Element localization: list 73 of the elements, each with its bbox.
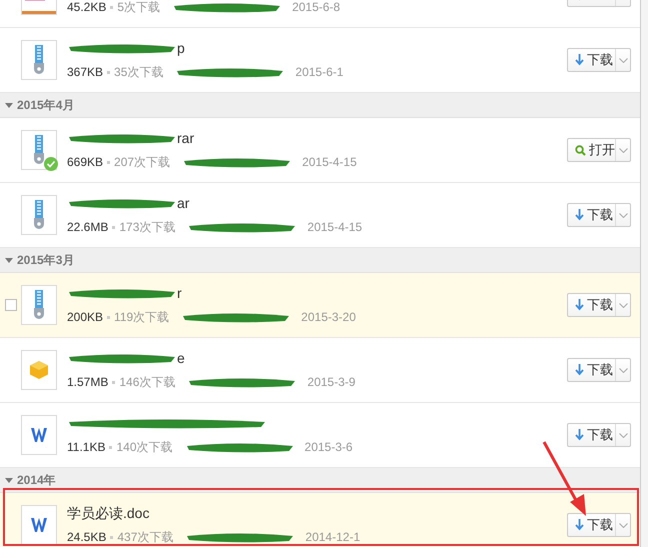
- down-arrow-icon: [575, 429, 584, 441]
- collapse-triangle-icon: [5, 258, 13, 262]
- file-size: 669KB: [67, 154, 104, 171]
- checkbox[interactable]: [4, 299, 16, 311]
- dropdown-toggle[interactable]: [615, 424, 630, 446]
- upload-date: 2015-6-1: [295, 64, 344, 81]
- caret-icon: [618, 148, 628, 152]
- zipper-icon: [33, 135, 45, 165]
- caret-icon: [618, 212, 628, 218]
- file-size: 367KB: [67, 64, 104, 81]
- download-count: 146次下载: [119, 374, 176, 391]
- download-count: 35次下载: [114, 64, 164, 81]
- download-count: 140次下载: [116, 439, 173, 456]
- group-header[interactable]: 2015年4月: [0, 93, 640, 118]
- dropdown-toggle[interactable]: [615, 514, 630, 536]
- group-title: 2015年4月: [17, 97, 74, 114]
- caret-icon: [618, 522, 628, 528]
- upload-date: 2015-3-9: [307, 374, 356, 391]
- collapse-triangle-icon: [5, 478, 13, 482]
- download-count: 119次下载: [114, 309, 170, 326]
- file-name: p: [177, 38, 185, 58]
- caret-icon: [618, 302, 628, 308]
- file-name: r: [177, 284, 182, 302]
- collapse-triangle-icon: [5, 102, 13, 108]
- scrollbar[interactable]: [641, 0, 648, 547]
- word-document-icon: [31, 518, 47, 532]
- upload-date: 2015-4-15: [307, 219, 362, 236]
- caret-icon: [618, 432, 628, 438]
- check-badge-icon: [44, 157, 58, 171]
- upload-date: 2014-12-1: [305, 529, 360, 546]
- group-title: 2014年: [17, 472, 56, 489]
- zipper-icon: [33, 200, 45, 230]
- file-name: ar: [177, 194, 190, 212]
- download-count: 207次下载: [114, 154, 170, 171]
- dropdown-toggle[interactable]: [615, 49, 630, 71]
- file-size: 1.57MB: [67, 374, 108, 391]
- file-row[interactable]: 学员必读.doc 24.5KB 437次下载 2014-12-1 下载: [0, 493, 640, 547]
- down-arrow-icon: [575, 54, 584, 66]
- down-arrow-icon: [575, 209, 584, 221]
- file-size: 24.5KB: [67, 529, 106, 546]
- caret-icon: [618, 368, 628, 372]
- upload-date: 2015-3-6: [304, 439, 353, 456]
- word-document-icon: [31, 428, 47, 442]
- download-count: 437次下载: [117, 529, 174, 546]
- upload-date: 2015-3-20: [301, 309, 356, 326]
- file-size: 45.2KB: [67, 0, 106, 16]
- group-header[interactable]: 2015年3月: [0, 248, 640, 273]
- file-name: 学员必读.doc: [67, 504, 150, 522]
- caret-icon: [618, 58, 628, 62]
- upload-date: 2015-6-8: [292, 0, 340, 16]
- dropdown-toggle[interactable]: [615, 204, 630, 226]
- zipper-icon: [33, 45, 45, 75]
- file-row[interactable]: 45.2KB 5次下载 2015-6-8: [0, 0, 640, 28]
- down-arrow-icon: [575, 364, 584, 376]
- dropdown-toggle[interactable]: [615, 359, 630, 381]
- file-name: rar: [177, 128, 194, 148]
- upload-date: 2015-4-15: [302, 154, 357, 171]
- cube-icon: [29, 360, 49, 380]
- file-size: 11.1KB: [67, 439, 106, 456]
- file-name: e: [177, 348, 185, 368]
- file-size: 22.6MB: [67, 219, 108, 236]
- down-arrow-icon: [575, 299, 584, 311]
- file-row[interactable]: r 200KB 119次下载 2015-3-20 下载: [0, 273, 640, 338]
- file-size: 200KB: [67, 309, 104, 326]
- zipper-icon: [33, 290, 45, 320]
- group-title: 2015年3月: [17, 252, 74, 269]
- down-arrow-icon: [575, 519, 584, 531]
- download-count: 173次下载: [119, 219, 176, 236]
- group-header[interactable]: 2014年: [0, 468, 640, 493]
- dropdown-toggle[interactable]: [615, 139, 630, 161]
- download-count: 5次下载: [117, 0, 160, 16]
- dropdown-toggle[interactable]: [615, 294, 630, 316]
- search-icon: [575, 144, 586, 156]
